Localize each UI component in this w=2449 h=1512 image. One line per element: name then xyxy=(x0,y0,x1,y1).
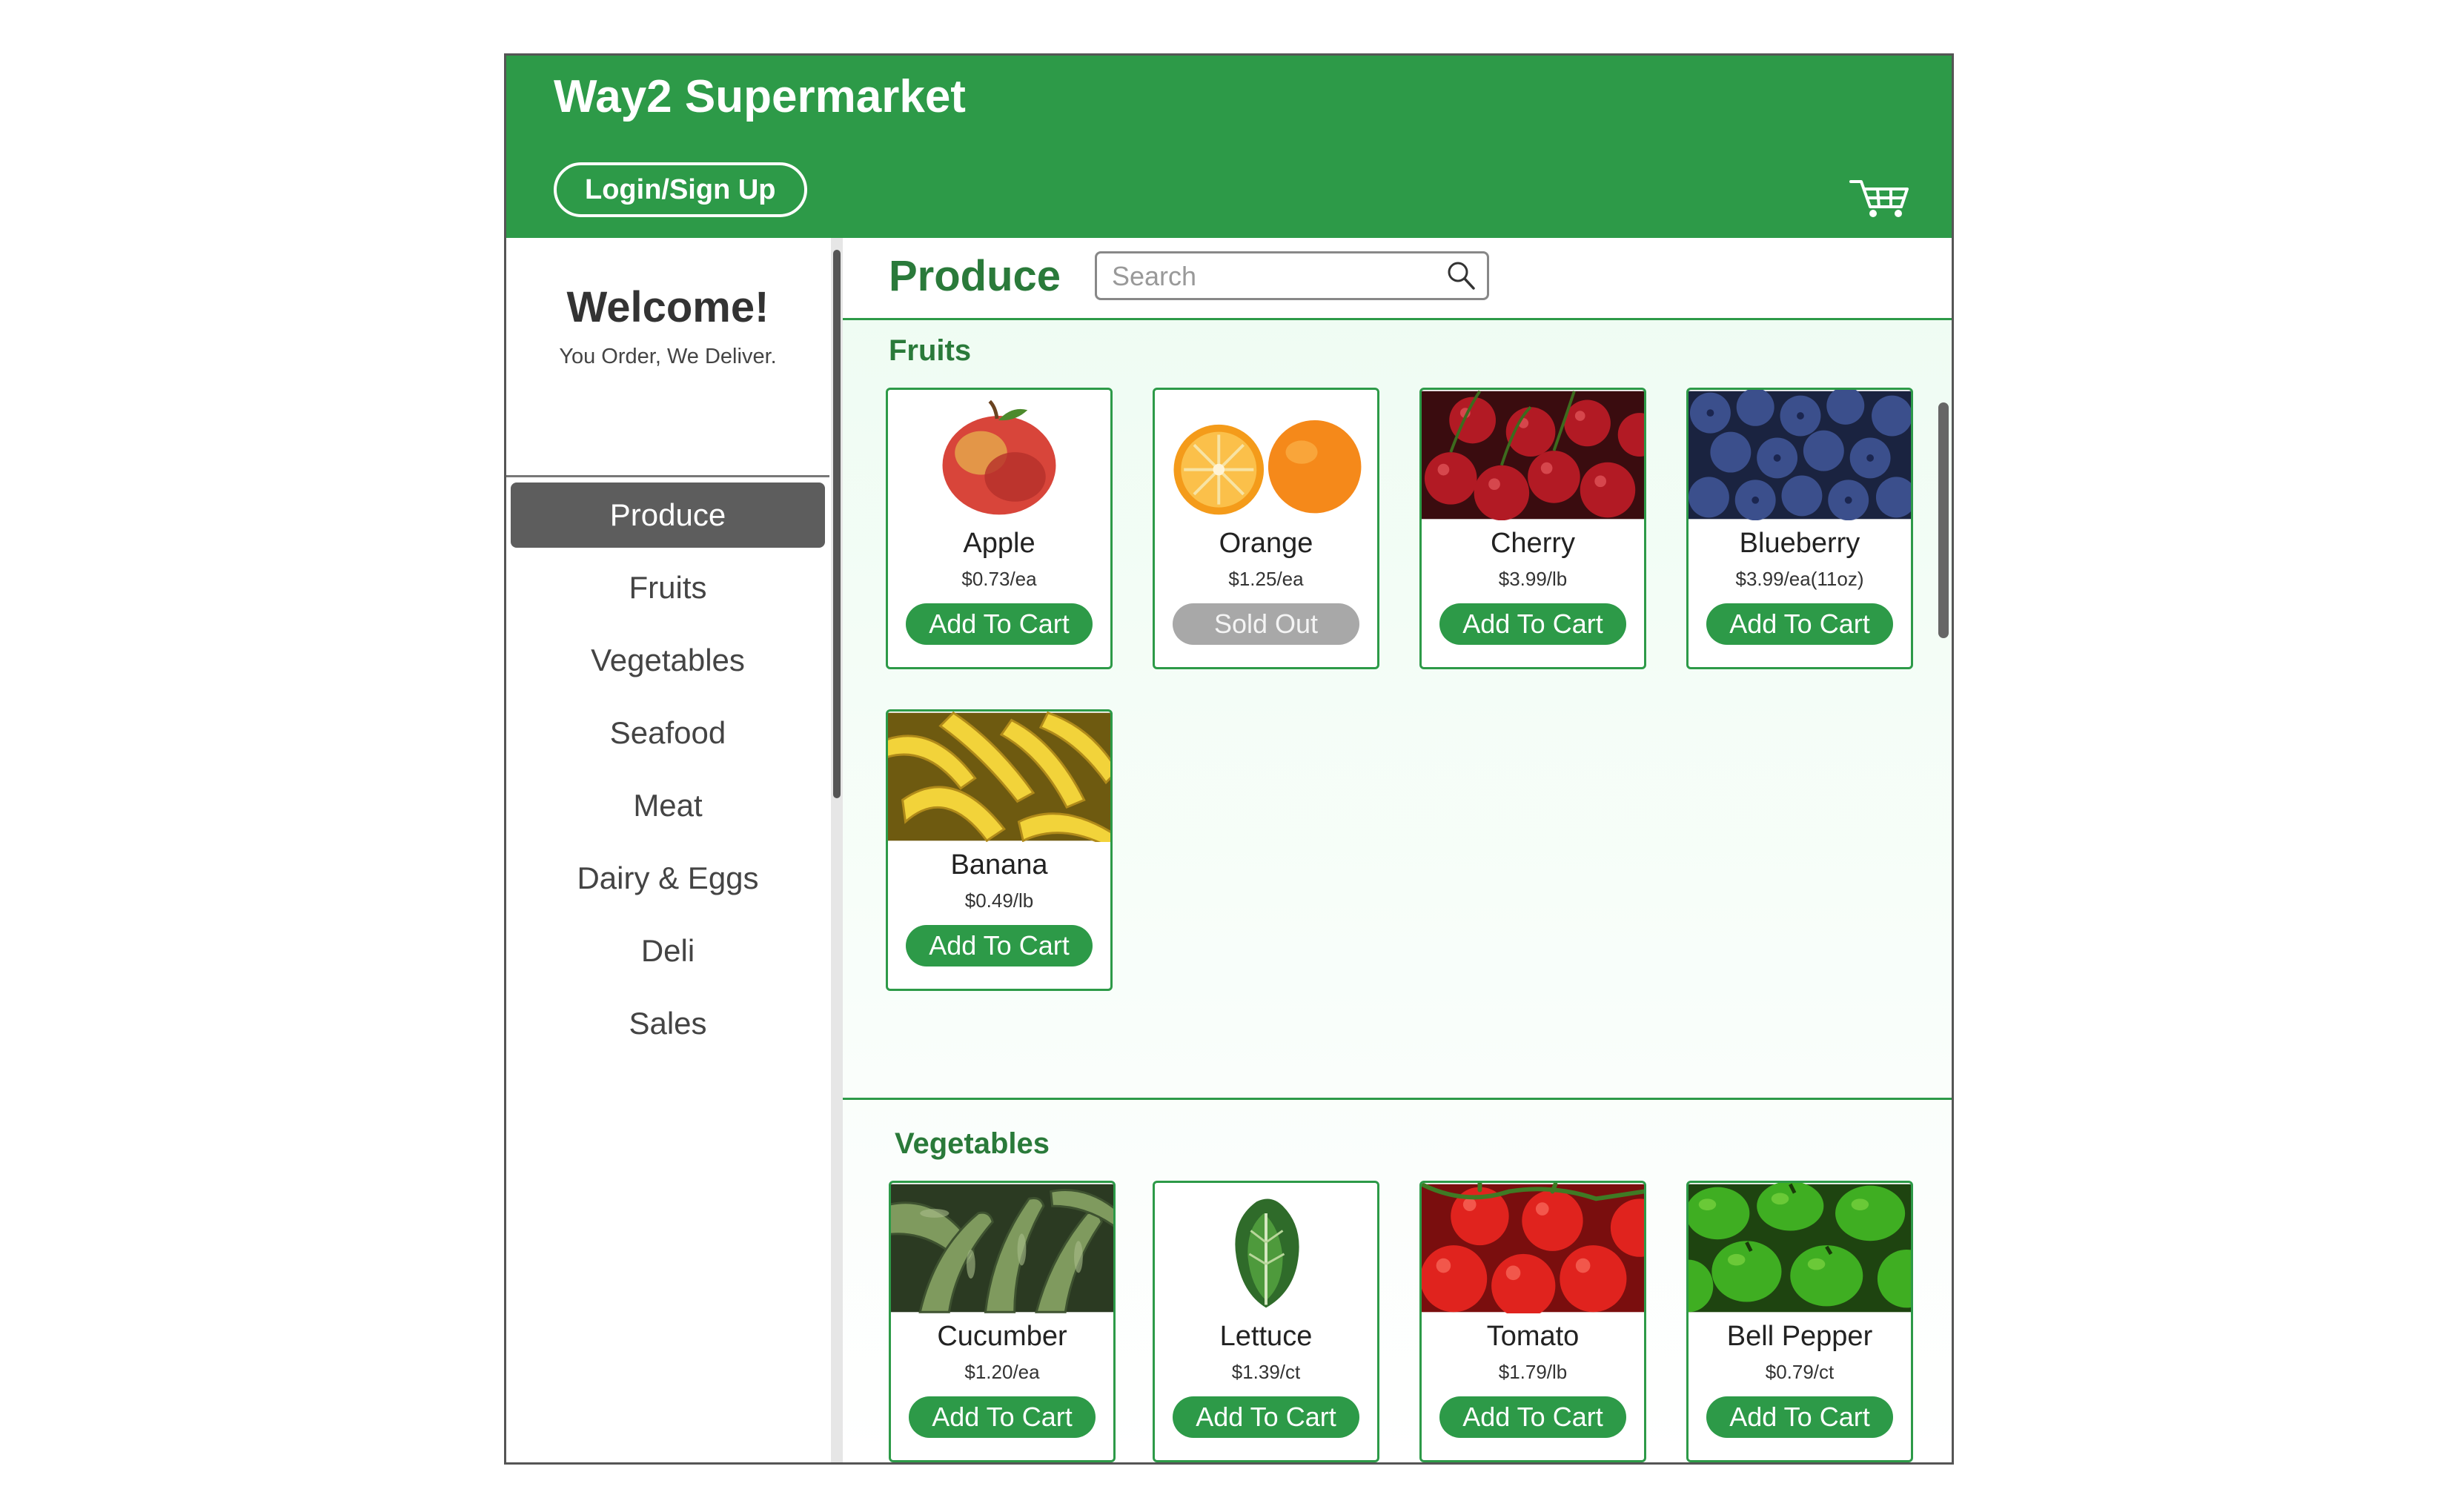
product-name: Lettuce xyxy=(1219,1321,1313,1352)
add-to-cart-button[interactable]: Add To Cart xyxy=(1439,603,1626,645)
add-to-cart-button[interactable]: Add To Cart xyxy=(906,603,1093,645)
orange-image xyxy=(1155,390,1377,520)
sidebar-item-vegetables[interactable]: Vegetables xyxy=(511,628,825,693)
add-to-cart-button[interactable]: Add To Cart xyxy=(1173,1396,1359,1438)
page-title: Produce xyxy=(889,252,1061,300)
product-price: $0.49/lb xyxy=(964,889,1034,912)
product-card-banana: Banana $0.49/lb Add To Cart xyxy=(886,709,1113,991)
login-signup-button[interactable]: Login/Sign Up xyxy=(554,162,807,217)
cucumber-image xyxy=(891,1183,1113,1313)
product-name: Blueberry xyxy=(1739,528,1860,559)
add-to-cart-button[interactable]: Add To Cart xyxy=(909,1396,1096,1438)
product-price: $1.79/lb xyxy=(1498,1361,1568,1383)
product-price: $3.99/lb xyxy=(1498,568,1568,590)
product-price: $0.79/ct xyxy=(1765,1361,1835,1383)
app-window: Way2 Supermarket Login/Sign Up Welcome! … xyxy=(504,53,1954,1465)
add-to-cart-button[interactable]: Add To Cart xyxy=(1706,603,1893,645)
product-card-orange: Orange $1.25/ea Sold Out xyxy=(1153,388,1379,669)
header: Way2 Supermarket Login/Sign Up xyxy=(506,56,1952,238)
section-title-fruits: Fruits xyxy=(889,334,972,367)
add-to-cart-button[interactable]: Add To Cart xyxy=(1439,1396,1626,1438)
sold-out-button: Sold Out xyxy=(1173,603,1359,645)
product-card-blueberry: Blueberry $3.99/ea(11oz) Add To Cart xyxy=(1686,388,1913,669)
bell-pepper-image xyxy=(1689,1183,1911,1313)
product-card-lettuce: Lettuce $1.39/ct Add To Cart xyxy=(1153,1181,1379,1462)
product-card-cherry: Cherry $3.99/lb Add To Cart xyxy=(1419,388,1646,669)
product-card-tomato: Tomato $1.79/lb Add To Cart xyxy=(1419,1181,1646,1462)
sidebar-item-dairy-eggs[interactable]: Dairy & Eggs xyxy=(511,846,825,911)
sidebar-item-deli[interactable]: Deli xyxy=(511,918,825,984)
product-price: $1.20/ea xyxy=(964,1361,1040,1383)
add-to-cart-button[interactable]: Add To Cart xyxy=(906,925,1093,966)
welcome-heading: Welcome! xyxy=(566,283,769,331)
product-name: Banana xyxy=(950,849,1048,881)
main-scrollbar-thumb[interactable] xyxy=(1938,402,1949,638)
product-name: Cucumber xyxy=(937,1321,1067,1352)
sidebar: Welcome! You Order, We Deliver. Produce … xyxy=(506,238,829,1462)
product-price: $0.73/ea xyxy=(961,568,1037,590)
brand-title: Way2 Supermarket xyxy=(554,71,966,122)
sidebar-item-seafood[interactable]: Seafood xyxy=(511,700,825,766)
product-price: $1.25/ea xyxy=(1228,568,1304,590)
apple-image xyxy=(888,390,1110,520)
add-to-cart-button[interactable]: Add To Cart xyxy=(1706,1396,1893,1438)
product-name: Orange xyxy=(1219,528,1313,559)
product-card-cucumber: Cucumber $1.20/ea Add To Cart xyxy=(889,1181,1116,1462)
cart-icon[interactable] xyxy=(1849,174,1910,219)
search-icon[interactable] xyxy=(1445,260,1477,291)
content-topbar: Produce xyxy=(843,238,1952,320)
sidebar-divider xyxy=(506,475,829,477)
search-box xyxy=(1095,251,1489,300)
category-nav: Produce Fruits Vegetables Seafood Meat D… xyxy=(511,483,825,1064)
product-name: Apple xyxy=(963,528,1035,559)
sidebar-item-meat[interactable]: Meat xyxy=(511,773,825,838)
product-price: $3.99/ea(11oz) xyxy=(1735,568,1864,590)
search-input[interactable] xyxy=(1110,259,1439,294)
main-content: Produce Fruits xyxy=(843,238,1952,1462)
sidebar-item-sales[interactable]: Sales xyxy=(511,991,825,1056)
cherry-image xyxy=(1422,390,1644,520)
product-name: Cherry xyxy=(1490,528,1576,559)
tagline: You Order, We Deliver. xyxy=(559,345,777,368)
lettuce-image xyxy=(1155,1183,1377,1313)
product-card-apple: Apple $0.73/ea Add To Cart xyxy=(886,388,1113,669)
section-divider xyxy=(843,1098,1952,1100)
product-name: Bell Pepper xyxy=(1726,1321,1873,1352)
banana-image xyxy=(888,712,1110,842)
product-price: $1.39/ct xyxy=(1231,1361,1301,1383)
product-card-bell-pepper: Bell Pepper $0.79/ct Add To Cart xyxy=(1686,1181,1913,1462)
tomato-image xyxy=(1422,1183,1644,1313)
product-name: Tomato xyxy=(1486,1321,1580,1352)
sidebar-item-produce[interactable]: Produce xyxy=(511,483,825,548)
sidebar-item-fruits[interactable]: Fruits xyxy=(511,555,825,620)
sidebar-scrollbar-thumb[interactable] xyxy=(833,250,841,798)
section-title-vegetables: Vegetables xyxy=(895,1127,1050,1160)
blueberry-image xyxy=(1689,390,1911,520)
